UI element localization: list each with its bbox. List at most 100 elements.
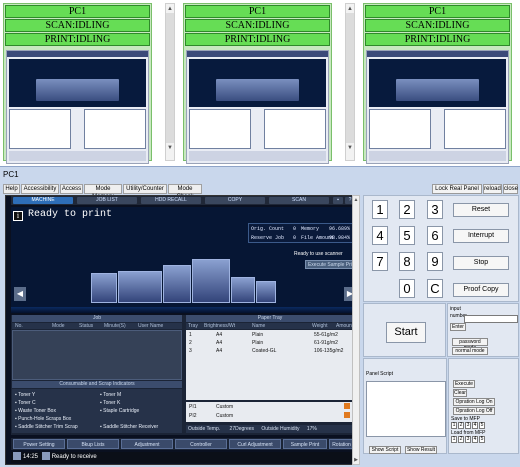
controller-button[interactable]: Controller [175,439,227,449]
scroll-thumb[interactable] [166,13,174,143]
help-button[interactable]: Help [3,184,20,194]
proof-copy-button[interactable]: Proof Copy [453,283,509,297]
save-slot-1[interactable]: 1 [451,422,457,429]
sample-print-button[interactable]: Sample Print [283,439,327,449]
tab-copy[interactable]: COPY [205,197,265,204]
save-slot-2[interactable]: 2 [458,422,464,429]
script-textarea[interactable] [366,381,446,437]
power-setting-button[interactable]: Power Setting [13,439,65,449]
machine-image [216,79,299,101]
consumable-label: Staple Cartridge [103,408,140,414]
scroll-up-icon[interactable]: ▲ [166,4,174,13]
key-1[interactable]: 1 [372,200,388,219]
mode-check-button[interactable]: Mode Check [168,184,202,200]
close-button[interactable]: close [503,184,518,194]
interrupt-button[interactable]: Interrupt [453,229,509,243]
screen-scrollbar[interactable]: ▲ ▶ [352,195,360,465]
pi-tray-number: PI2 [189,413,197,419]
tab-hdd-recall[interactable]: HDD RECALL [141,197,201,204]
scroll-up-icon[interactable]: ▲ [353,196,359,204]
key-5[interactable]: 5 [399,226,415,245]
reserve-job-label: Reserve Job [251,235,285,241]
normal-mode-button[interactable]: normal mode [452,347,488,355]
monitor-panel-3[interactable]: PC1 SCAN:IDLING PRINT:IDLING [363,3,512,164]
accessibility-button[interactable]: Accessibility [21,184,59,194]
floor-decoration [11,307,355,313]
operation-log-on-button[interactable]: Opration Log On [453,398,495,406]
monitor-thumbnail[interactable] [186,50,329,164]
load-slot-3[interactable]: 3 [465,436,471,443]
save-slot-5[interactable]: 5 [479,422,485,429]
monitor-scrollbar-2[interactable]: ▲ ▼ [345,3,355,161]
consumable-item: ▪ Waste Toner Box [15,408,56,414]
key-8[interactable]: 8 [399,252,415,271]
monitor-thumbnail[interactable] [6,50,149,164]
tray-list[interactable]: 1 A4 Plain 55-61g/m2 2 A4 Plain 61-91g/m… [186,330,354,400]
utility-counter-button[interactable]: Utility/Counter [123,184,167,194]
key-2[interactable]: 2 [399,200,415,219]
key-clear[interactable]: C [427,279,443,298]
toner-icon[interactable]: ▪ [333,197,343,204]
job-list[interactable] [12,330,182,380]
monitor-panel-1[interactable]: PC1 SCAN:IDLING PRINT:IDLING [3,3,152,164]
reset-button[interactable]: Reset [453,203,509,217]
scroll-left-icon[interactable]: ◀ [14,287,26,301]
tray-number: 3 [189,348,192,354]
adjustment-button[interactable]: Adjustment [121,439,173,449]
show-result-button[interactable]: Show Result [405,446,437,454]
tray-col-weight: Weight [312,323,328,329]
scroll-down-icon[interactable]: ▼ [346,143,354,152]
monitor-panel-2[interactable]: PC1 SCAN:IDLING PRINT:IDLING [183,3,332,164]
thumbnail-header [187,51,328,57]
start-button[interactable]: Start [386,322,426,343]
print-status: PRINT:IDLING [365,33,510,46]
load-slot-2[interactable]: 2 [458,436,464,443]
monitor-scrollbar-1[interactable]: ▲ ▼ [165,3,175,161]
lock-real-panel-button[interactable]: Lock Real Panel [432,184,482,194]
key-7[interactable]: 7 [372,252,388,271]
curl-adjustment-button[interactable]: Curl Adjustment [229,439,281,449]
rotation-button[interactable]: Rotation [329,439,354,449]
consumables-list: ▪ Toner Y ▪ Toner C ▪ Waste Toner Box ▪ … [12,389,182,433]
key-9[interactable]: 9 [427,252,443,271]
password-mode-button[interactable]: password mode [452,338,488,351]
save-slot-4[interactable]: 4 [472,422,478,429]
clear-button[interactable]: Clear [453,389,467,397]
tab-scan[interactable]: SCAN [269,197,329,204]
load-slot-4[interactable]: 4 [472,436,478,443]
tab-machine[interactable]: MACHINE [13,197,73,204]
machine-part [163,265,191,303]
tray-detail-icon[interactable] [344,403,350,409]
key-4[interactable]: 4 [372,226,388,245]
tab-job-list[interactable]: JOB LIST [77,197,137,204]
key-6[interactable]: 6 [427,226,443,245]
scroll-down-icon[interactable]: ▼ [166,143,174,152]
pi-tray-list[interactable]: PI1 Custom PI2 Custom [186,402,354,422]
load-slot-5[interactable]: 5 [479,436,485,443]
thumbnail-header [7,51,148,57]
reload-button[interactable]: reload [483,184,502,194]
tray-detail-icon[interactable] [344,412,350,418]
show-script-button[interactable]: Show Script [369,446,401,454]
key-0[interactable]: 0 [399,279,415,298]
consumable-item: ▪ Toner M [100,392,122,398]
operation-log-off-button[interactable]: Opration Log Off [453,407,495,415]
mode-memory-button[interactable]: Mode Memory [84,184,122,200]
access-button[interactable]: Access [60,184,83,194]
consumable-label: Saddle Stitcher Receiver [103,424,159,430]
key-3[interactable]: 3 [427,200,443,219]
execute-button[interactable]: Execute [453,380,475,388]
scroll-down-icon[interactable]: ▶ [353,456,359,464]
job-col-status: Status [79,323,94,329]
save-slot-3[interactable]: 3 [465,422,471,429]
enter-button[interactable]: Enter [450,323,466,331]
load-slot-1[interactable]: 1 [451,436,457,443]
execute-sample-print-button[interactable]: Execute Sample Print [305,260,359,269]
bkup-lists-button[interactable]: Bkup Lists [67,439,119,449]
stop-button[interactable]: Stop [453,256,509,270]
number-input[interactable] [464,315,518,323]
scroll-thumb[interactable] [346,13,354,143]
outside-humidity-label: Outside Humidity [261,426,300,432]
scroll-up-icon[interactable]: ▲ [346,4,354,13]
monitor-thumbnail[interactable] [366,50,509,164]
